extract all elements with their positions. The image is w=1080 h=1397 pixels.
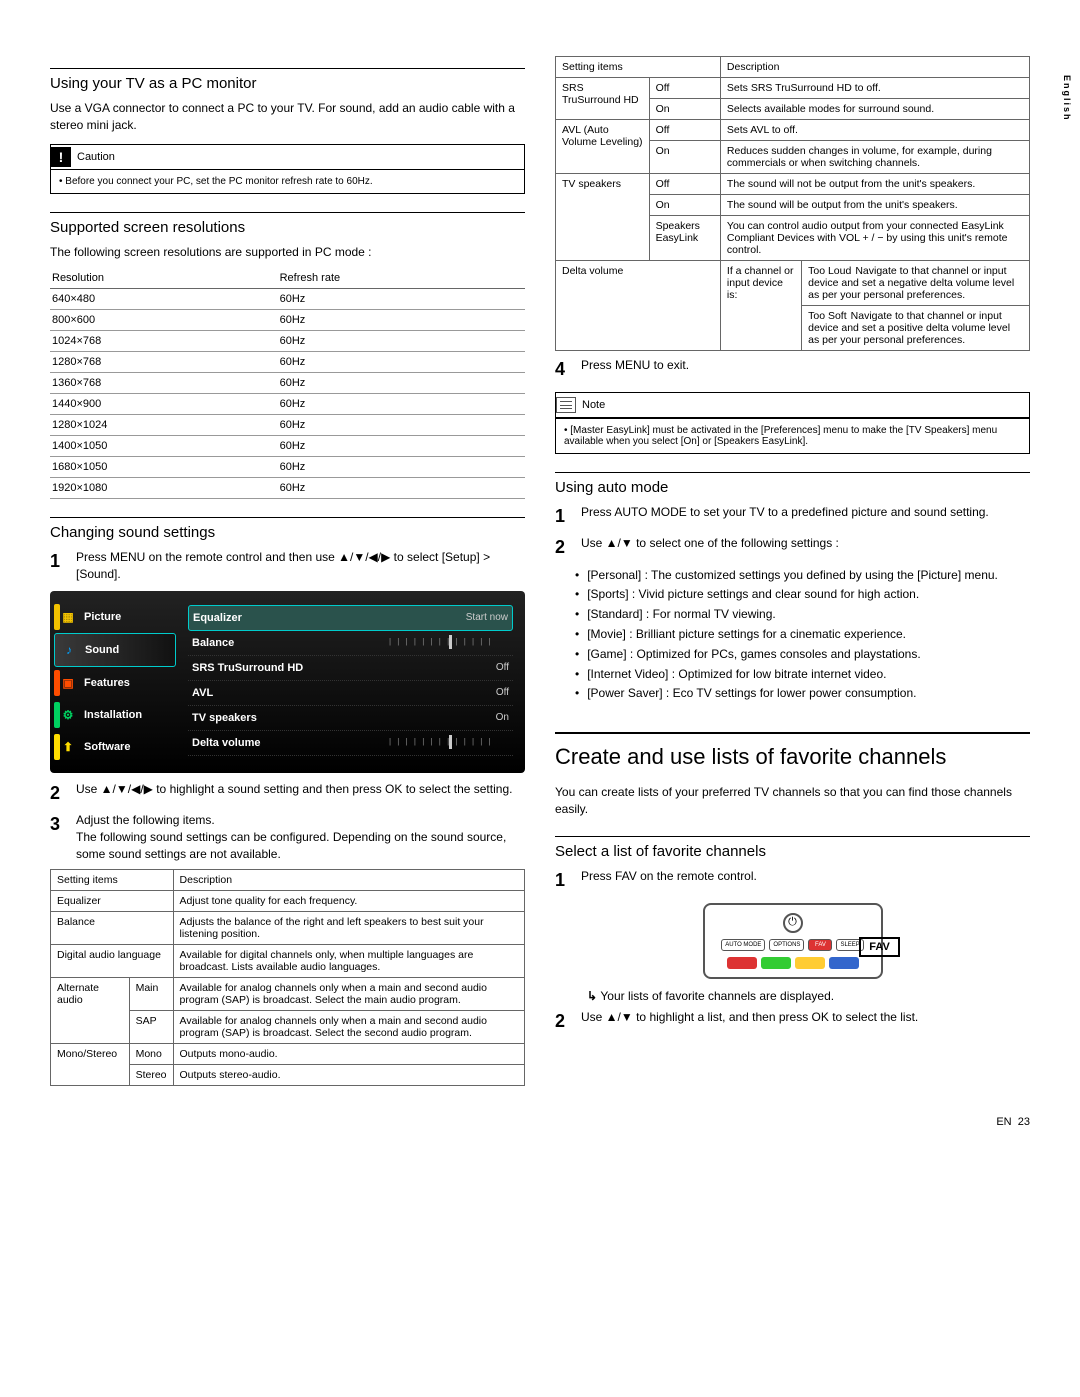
auto-step1: Press AUTO MODE to set your TV to a pred… <box>581 504 989 529</box>
rate-cell: 60Hz <box>278 457 525 478</box>
osd-setting-row: Delta volume <box>188 731 513 756</box>
osd-screenshot: ▦Picture♪Sound▣Features⚙Installation⬆Sof… <box>50 591 525 773</box>
rate-cell: 60Hz <box>278 373 525 394</box>
left-column: Using your TV as a PC monitor Use a VGA … <box>50 50 525 1086</box>
rate-cell: 60Hz <box>278 436 525 457</box>
auto-step2: Use ▲/▼ to select one of the following s… <box>581 535 839 560</box>
section-select-fav: Select a list of favorite channels <box>555 836 1030 860</box>
remote-btn: AUTO MODE <box>721 939 765 951</box>
auto-mode-item: [Movie] : Brilliant picture settings for… <box>575 626 1030 643</box>
osd-setting-row: SRS TruSurround HDOff <box>188 656 513 681</box>
osd-menu-item: ▦Picture <box>54 601 176 633</box>
sound-step3a: Adjust the following items. <box>76 813 215 827</box>
auto-mode-list: [Personal] : The customized settings you… <box>575 567 1030 703</box>
sound-settings-table: Setting itemsDescription EqualizerAdjust… <box>50 869 525 1086</box>
res-cell: 1400×1050 <box>50 436 278 457</box>
res-cell: 1280×768 <box>50 352 278 373</box>
osd-menu-item: ♪Sound <box>54 633 176 667</box>
sound-settings-table-2: Setting itemsDescription SRS TruSurround… <box>555 56 1030 351</box>
auto-mode-item: [Sports] : Vivid picture settings and cl… <box>575 586 1030 603</box>
note-icon <box>556 397 576 413</box>
section-auto-mode: Using auto mode <box>555 472 1030 496</box>
res-cell: 640×480 <box>50 289 278 310</box>
res-cell: 1280×1024 <box>50 415 278 436</box>
note-label: Note <box>582 399 605 411</box>
osd-setting-row: EqualizerStart now <box>188 605 513 631</box>
res-cell: 1680×1050 <box>50 457 278 478</box>
rate-cell: 60Hz <box>278 289 525 310</box>
pc-monitor-desc: Use a VGA connector to connect a PC to y… <box>50 100 525 134</box>
power-icon: ⏻ <box>783 913 803 933</box>
caution-box: ! Caution • Before you connect your PC, … <box>50 144 525 194</box>
resolutions-table: ResolutionRefresh rate 640×48060Hz800×60… <box>50 268 525 499</box>
language-tab: English <box>1062 75 1072 122</box>
note-text: • [Master EasyLink] must be activated in… <box>564 425 997 447</box>
osd-setting-row: Balance <box>188 631 513 656</box>
osd-setting-row: AVLOff <box>188 681 513 706</box>
green-button <box>761 957 791 969</box>
remote-diagram: ⏻ AUTO MODE OPTIONS FAV SLEEP FAV <box>555 903 1030 979</box>
res-cell: 1360×768 <box>50 373 278 394</box>
auto-mode-item: [Power Saver] : Eco TV settings for lowe… <box>575 685 1030 702</box>
section-favorites: Create and use lists of favorite channel… <box>555 732 1030 770</box>
favorites-desc: You can create lists of your preferred T… <box>555 784 1030 818</box>
blue-button <box>829 957 859 969</box>
rate-cell: 60Hz <box>278 394 525 415</box>
sound-step3b: The following sound settings can be conf… <box>76 830 506 861</box>
note-box: Note • [Master EasyLink] must be activat… <box>555 392 1030 454</box>
red-button <box>727 957 757 969</box>
yellow-button <box>795 957 825 969</box>
remote-btn-fav: FAV <box>808 939 832 951</box>
rate-cell: 60Hz <box>278 331 525 352</box>
res-cell: 1024×768 <box>50 331 278 352</box>
rate-cell: 60Hz <box>278 310 525 331</box>
res-cell: 1440×900 <box>50 394 278 415</box>
sound-step2: Use ▲/▼/◀/▶ to highlight a sound setting… <box>76 781 512 806</box>
osd-menu-item: ⚙Installation <box>54 699 176 731</box>
fav-step2: Use ▲/▼ to highlight a list, and then pr… <box>581 1009 918 1034</box>
caution-icon: ! <box>51 147 71 167</box>
auto-mode-item: [Personal] : The customized settings you… <box>575 567 1030 584</box>
osd-menu-item: ⬆Software <box>54 731 176 763</box>
remote-btn: OPTIONS <box>769 939 804 951</box>
page-footer: EN 23 <box>0 1116 1080 1148</box>
sound-step1: Press MENU on the remote control and the… <box>76 549 525 583</box>
caution-label: Caution <box>77 151 115 163</box>
caution-text: • Before you connect your PC, set the PC… <box>59 176 373 187</box>
rate-cell: 60Hz <box>278 415 525 436</box>
osd-setting-row: TV speakersOn <box>188 706 513 731</box>
fav-step1: Press FAV on the remote control. <box>581 868 757 893</box>
fav-result: Your lists of favorite channels are disp… <box>587 989 1030 1003</box>
resolutions-desc: The following screen resolutions are sup… <box>50 244 525 261</box>
auto-mode-item: [Internet Video] : Optimized for low bit… <box>575 666 1030 683</box>
fav-callout: FAV <box>859 937 900 957</box>
section-resolutions: Supported screen resolutions <box>50 212 525 236</box>
section-sound: Changing sound settings <box>50 517 525 541</box>
osd-menu-item: ▣Features <box>54 667 176 699</box>
auto-mode-item: [Game] : Optimized for PCs, games consol… <box>575 646 1030 663</box>
res-cell: 800×600 <box>50 310 278 331</box>
auto-mode-item: [Standard] : For normal TV viewing. <box>575 606 1030 623</box>
sound-step4: Press MENU to exit. <box>581 357 689 382</box>
rate-cell: 60Hz <box>278 352 525 373</box>
res-cell: 1920×1080 <box>50 478 278 499</box>
section-pc-monitor: Using your TV as a PC monitor <box>50 68 525 92</box>
rate-cell: 60Hz <box>278 478 525 499</box>
right-column: Setting itemsDescription SRS TruSurround… <box>555 50 1030 1086</box>
